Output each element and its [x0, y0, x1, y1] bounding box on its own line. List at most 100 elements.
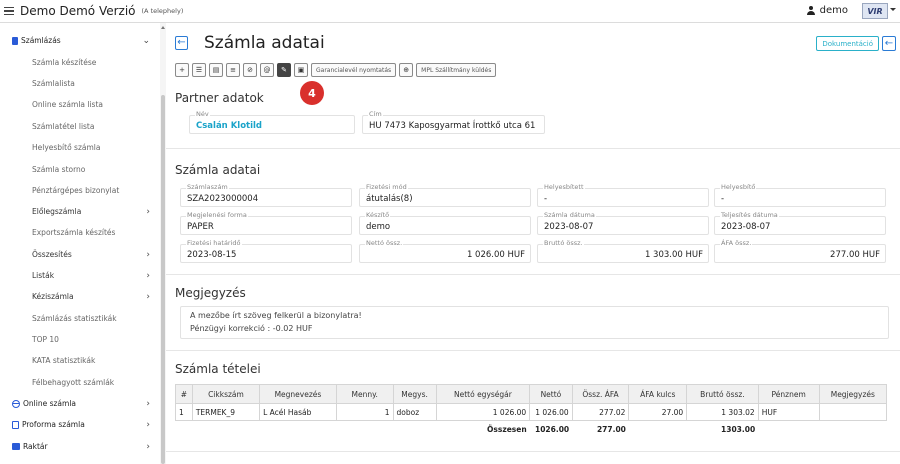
field-value: 277.00 HUF — [830, 250, 880, 260]
brand-logo[interactable]: VIR — [862, 3, 888, 19]
gross-total-field[interactable]: Bruttó össz. 1 303.00 HUF — [537, 240, 709, 263]
sidebar-item-kata-statisztikak[interactable]: KATA statisztikák — [0, 350, 160, 371]
sidebar: Számlázás ⌄ Számla készítése Számlalista … — [0, 23, 166, 464]
field-label: Bruttó össz. — [543, 239, 584, 247]
field-label: Készítő — [365, 211, 391, 219]
sidebar-item-szamlazas-statisztikak[interactable]: Számlázás statisztikák — [0, 308, 160, 329]
caret-down-icon[interactable] — [890, 8, 896, 11]
numbered-list-icon: ≡ — [230, 66, 236, 74]
ban-icon: ⊘ — [247, 66, 253, 74]
col-header[interactable]: Bruttó össz. — [686, 384, 759, 404]
net-total-field[interactable]: Nettó össz. 1 026.00 HUF — [359, 240, 531, 263]
scroll-up-icon[interactable] — [161, 26, 165, 29]
vat-total-field[interactable]: ÁFA össz. 277.00 HUF — [714, 240, 886, 263]
field-label: Cím — [368, 110, 383, 118]
step-badge: 4 — [300, 81, 324, 105]
sidebar-item-online-szamla-lista[interactable]: Online számla lista — [0, 94, 160, 115]
table-cell: L Acél Hasáb — [259, 403, 337, 421]
col-header[interactable]: # — [175, 384, 193, 404]
invoice-number-field[interactable]: Számlaszám SZA2023000004 — [180, 184, 352, 207]
col-header[interactable]: Megnevezés — [259, 384, 337, 404]
documentation-button[interactable]: Dokumentáció — [816, 36, 879, 51]
corrector-field[interactable]: Helyesbítő - — [714, 184, 886, 207]
sidebar-item-proforma-szamla[interactable]: Proforma számla › — [0, 414, 160, 435]
creator-field[interactable]: Készítő demo — [359, 212, 531, 235]
sidebar-item-label: Pénztárgépes bizonylat — [32, 186, 120, 195]
globe-icon — [12, 399, 20, 408]
menu-icon[interactable] — [4, 6, 14, 16]
col-header[interactable]: Nettó egységár — [435, 384, 531, 404]
field-value: 2023-08-07 — [721, 222, 771, 232]
sidebar-item-szamlazas[interactable]: Számlázás ⌄ — [0, 30, 160, 51]
partner-name-link[interactable]: Csalán Klotild — [196, 121, 262, 131]
email-button[interactable]: @ — [260, 63, 274, 77]
corrected-field[interactable]: Helyesbített - — [537, 184, 709, 207]
edit-button[interactable]: ✎ — [277, 63, 291, 77]
warehouse-icon — [12, 443, 20, 450]
col-header[interactable]: Össz. ÁFA — [571, 384, 630, 404]
sidebar-item-label: Számla storno — [32, 165, 86, 174]
add-button[interactable]: + — [175, 63, 189, 77]
page-title: Számla adatai — [204, 33, 325, 53]
field-value: 2023-08-15 — [187, 250, 237, 260]
sidebar-item-felbehagyott-szamlak[interactable]: Félbehagyott számlák — [0, 372, 160, 393]
col-header[interactable]: Megys. — [392, 384, 437, 404]
field-value: 1 303.00 HUF — [644, 250, 703, 260]
sidebar-item-raktar[interactable]: Raktár › — [0, 436, 160, 457]
warranty-print-button[interactable]: Garancialevél nyomtatás — [311, 63, 397, 77]
partner-address-field[interactable]: Cím HU 7473 Kaposgyarmat Írottkő utca 61 — [362, 111, 545, 134]
sidebar-item-label: Összesítés — [32, 250, 72, 259]
field-label: Megjelenési forma — [186, 211, 248, 219]
numbered-list-button[interactable]: ≡ — [226, 63, 240, 77]
table-row[interactable]: 1 TERMEK_9 L Acél Hasáb 1 doboz 1 026.00… — [175, 403, 888, 421]
appearance-form-field[interactable]: Megjelenési forma PAPER — [180, 212, 352, 235]
col-header[interactable]: Pénznem — [757, 384, 820, 404]
sidebar-item-osszesites[interactable]: Összesítés › — [0, 244, 160, 265]
sidebar-item-keziszamla[interactable]: Kéziszámla › — [0, 286, 160, 307]
notes-line-2: Pénzügyi korrekció : -0.02 HUF — [190, 324, 313, 333]
sidebar-item-elolegszamla[interactable]: Előlegszámla › — [0, 201, 160, 222]
sidebar-item-szamlatetel-lista[interactable]: Számlatétel lista — [0, 116, 160, 137]
col-header[interactable]: ÁFA kulcs — [628, 384, 688, 404]
scrollbar-thumb[interactable] — [161, 95, 165, 464]
col-header[interactable]: Cikkszám — [191, 384, 261, 404]
payment-method-field[interactable]: Fizetési mód átutalás(8) — [359, 184, 531, 207]
partner-name-field[interactable]: Név Csalán Klotild — [189, 111, 355, 134]
invoice-date-field[interactable]: Számla dátuma 2023-08-07 — [537, 212, 709, 235]
list-button[interactable]: ☰ — [192, 63, 206, 77]
back-button[interactable]: ← — [175, 36, 188, 50]
chevron-right-icon: › — [146, 292, 150, 302]
field-label: Név — [195, 110, 210, 118]
sidebar-item-helyesbito-szamla[interactable]: Helyesbítő számla — [0, 137, 160, 158]
col-header[interactable]: Nettó — [529, 384, 573, 404]
notes-textarea[interactable]: A mezőbe írt szöveg felkerül a bizonylat… — [180, 306, 889, 339]
globe-button[interactable]: ⊕ — [399, 63, 414, 77]
cancel-button[interactable]: ⊘ — [243, 63, 257, 77]
sidebar-item-label: Számla készítése — [32, 58, 97, 67]
document-icon — [12, 36, 18, 45]
sidebar-item-penztargepes-bizonylat[interactable]: Pénztárgépes bizonylat — [0, 180, 160, 201]
sidebar-item-online-szamla[interactable]: Online számla › — [0, 393, 160, 414]
col-header[interactable]: Megjegyzés — [818, 384, 888, 404]
table-header-row: # Cikkszám Megnevezés Menny. Megys. Nett… — [175, 384, 888, 404]
payment-deadline-field[interactable]: Fizetési határidő 2023-08-15 — [180, 240, 352, 263]
print-button[interactable]: ▤ — [209, 63, 223, 77]
list-icon: ☰ — [195, 66, 203, 74]
sidebar-item-szamla-keszitese[interactable]: Számla készítése — [0, 52, 160, 73]
field-label: Teljesítés dátuma — [720, 211, 779, 219]
fulfillment-date-field[interactable]: Teljesítés dátuma 2023-08-07 — [714, 212, 886, 235]
user-menu[interactable]: demo — [806, 5, 848, 16]
sidebar-item-top10[interactable]: TOP 10 — [0, 329, 160, 350]
money-button[interactable]: ▣ — [294, 63, 308, 77]
back-button-right[interactable]: ← — [882, 36, 896, 51]
sidebar-item-listak[interactable]: Listák › — [0, 265, 160, 286]
table-cell: 277.02 — [571, 403, 630, 421]
col-header[interactable]: Menny. — [335, 384, 394, 404]
sidebar-item-label: Számlatétel lista — [32, 122, 95, 131]
mpl-send-button[interactable]: MPL Szállítmány küldés — [416, 63, 497, 77]
field-value: HU 7473 Kaposgyarmat Írottkő utca 61 — [369, 121, 536, 131]
table-cell: 1 — [335, 403, 394, 421]
sidebar-item-exportszamla-keszites[interactable]: Exportszámla készítés — [0, 222, 160, 243]
sidebar-item-szamlalista[interactable]: Számlalista — [0, 73, 160, 94]
sidebar-item-szamla-storno[interactable]: Számla storno — [0, 159, 160, 180]
